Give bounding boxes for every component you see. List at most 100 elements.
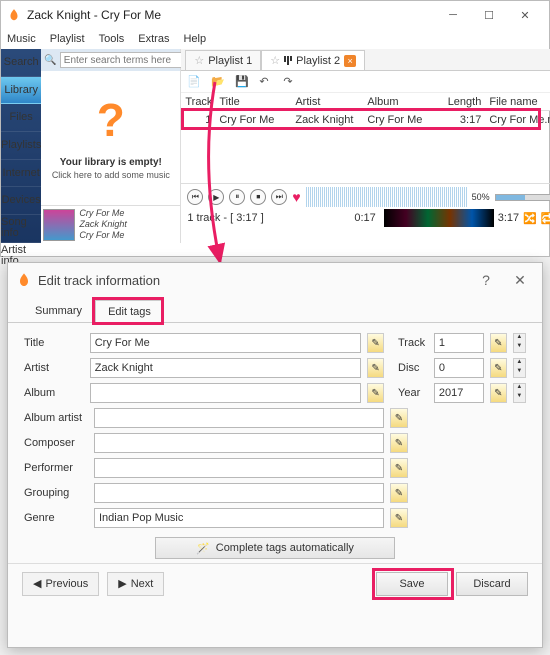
- menu-tools[interactable]: Tools: [99, 33, 125, 45]
- album-field[interactable]: [90, 383, 361, 403]
- year-field[interactable]: [434, 383, 484, 403]
- volume-slider[interactable]: [495, 194, 550, 201]
- spectrogram: [384, 209, 494, 227]
- label-year: Year: [398, 387, 428, 399]
- album-art: [43, 209, 75, 241]
- heart-icon[interactable]: ♥: [292, 189, 300, 205]
- col-length[interactable]: Length: [439, 96, 485, 108]
- question-icon: ?: [97, 97, 125, 143]
- genre-field[interactable]: [94, 508, 384, 528]
- album-artist-field[interactable]: [94, 408, 384, 428]
- artist-field[interactable]: [90, 358, 361, 378]
- track-field[interactable]: [434, 333, 484, 353]
- playlist-tab-2[interactable]: ☆Playlist 2×: [261, 50, 365, 70]
- pause-button[interactable]: ⏸: [229, 189, 245, 205]
- sidebar-item-library[interactable]: Library: [1, 77, 41, 105]
- sidebar-item-songinfo[interactable]: Song info: [1, 215, 41, 243]
- tab-summary[interactable]: Summary: [22, 299, 95, 322]
- year-spinner[interactable]: ▲▼: [513, 383, 526, 403]
- brush-button[interactable]: ✎: [390, 433, 408, 453]
- sidebar-item-playlists[interactable]: Playlists: [1, 132, 41, 160]
- np-album: Cry For Me: [79, 230, 127, 241]
- title-field[interactable]: [90, 333, 361, 353]
- brush-button[interactable]: ✎: [390, 483, 408, 503]
- brush-button[interactable]: ✎: [367, 333, 384, 353]
- menu-music[interactable]: Music: [7, 33, 36, 45]
- disc-spinner[interactable]: ▲▼: [513, 358, 526, 378]
- col-artist[interactable]: Artist: [291, 96, 363, 108]
- brush-button[interactable]: ✎: [390, 458, 408, 478]
- tab-edit-tags[interactable]: Edit tags: [95, 300, 164, 323]
- titlebar: Zack Knight - Cry For Me ─ ☐ ✕: [1, 1, 549, 29]
- playlist-toolbar: 📄 📂 💾 ↶ ↷: [181, 71, 550, 93]
- table-row[interactable]: 1 Cry For Me Zack Knight Cry For Me 3:17…: [181, 111, 550, 129]
- window-title: Zack Knight - Cry For Me: [27, 8, 435, 22]
- performer-field[interactable]: [94, 458, 384, 478]
- redo-icon[interactable]: ↷: [283, 75, 297, 89]
- shuffle-icon[interactable]: 🔀: [523, 212, 537, 225]
- repeat-icon[interactable]: 🔁: [541, 212, 550, 225]
- open-icon[interactable]: 📂: [211, 75, 225, 89]
- brush-button[interactable]: ✎: [390, 508, 408, 528]
- new-icon[interactable]: 📄: [187, 75, 201, 89]
- label-album: Album: [24, 387, 84, 399]
- minimize-button[interactable]: ─: [435, 3, 471, 27]
- previous-button[interactable]: ◀Previous: [22, 572, 99, 596]
- menu-playlist[interactable]: Playlist: [50, 33, 85, 45]
- track-table: Track Title Artist Album Length File nam…: [181, 93, 550, 129]
- menu-extras[interactable]: Extras: [138, 33, 169, 45]
- col-track[interactable]: Track: [181, 96, 215, 108]
- library-empty-heading: Your library is empty!: [60, 157, 162, 168]
- sidebar-item-search[interactable]: Search: [1, 49, 41, 77]
- help-button[interactable]: ?: [472, 272, 500, 288]
- volume-label: 50%: [472, 192, 490, 202]
- save-button[interactable]: Save: [376, 572, 448, 596]
- edit-tags-form: Title ✎ Track ✎ ▲▼ Artist ✎ Disc ✎ ▲▼ Al…: [8, 323, 542, 563]
- playing-icon: [284, 56, 292, 65]
- complete-tags-button[interactable]: 🪄 Complete tags automatically: [155, 537, 395, 559]
- sidebar-item-internet[interactable]: Internet: [1, 160, 41, 188]
- dialog-close-button[interactable]: ✕: [506, 272, 534, 289]
- chevron-right-icon: ▶: [118, 577, 126, 590]
- close-tab-icon[interactable]: ×: [344, 55, 356, 67]
- undo-icon[interactable]: ↶: [259, 75, 273, 89]
- label-genre: Genre: [24, 512, 88, 524]
- save-icon[interactable]: 💾: [235, 75, 249, 89]
- col-filename[interactable]: File name: [485, 96, 550, 108]
- label-composer: Composer: [24, 437, 88, 449]
- close-button[interactable]: ✕: [507, 3, 543, 27]
- sidebar-item-files[interactable]: Files: [1, 104, 41, 132]
- prev-button[interactable]: ⏮: [187, 189, 203, 205]
- maximize-button[interactable]: ☐: [471, 3, 507, 27]
- discard-button[interactable]: Discard: [456, 572, 528, 596]
- brush-button[interactable]: ✎: [367, 358, 384, 378]
- playlist-tab-1[interactable]: ☆Playlist 1: [185, 50, 261, 70]
- brush-button[interactable]: ✎: [367, 383, 384, 403]
- menu-help[interactable]: Help: [183, 33, 206, 45]
- composer-field[interactable]: [94, 433, 384, 453]
- edit-track-dialog: Edit track information ? ✕ Summary Edit …: [7, 262, 543, 648]
- label-grouping: Grouping: [24, 487, 88, 499]
- sidebar-item-devices[interactable]: Devices: [1, 187, 41, 215]
- player-controls: ⏮ ▶ ⏸ ⏹ ⏭ ♥ 50% 1 track - [ 3:17 ] 0:17 …: [181, 183, 550, 243]
- brush-button[interactable]: ✎: [490, 383, 507, 403]
- library-empty-panel[interactable]: ? Your library is empty! Click here to a…: [41, 71, 180, 205]
- stop-button[interactable]: ⏹: [250, 189, 266, 205]
- track-spinner[interactable]: ▲▼: [513, 333, 526, 353]
- grouping-field[interactable]: [94, 483, 384, 503]
- search-input[interactable]: [60, 52, 200, 68]
- main-window: Zack Knight - Cry For Me ─ ☐ ✕ Music Pla…: [0, 0, 550, 257]
- brush-button[interactable]: ✎: [390, 408, 408, 428]
- table-header: Track Title Artist Album Length File nam…: [181, 93, 550, 111]
- disc-field[interactable]: [434, 358, 484, 378]
- next-button[interactable]: ▶Next: [107, 572, 164, 596]
- col-title[interactable]: Title: [215, 96, 291, 108]
- col-album[interactable]: Album: [363, 96, 439, 108]
- label-album-artist: Album artist: [24, 412, 88, 424]
- waveform[interactable]: [306, 187, 467, 207]
- playlist-tabs: ☆Playlist 1 ☆Playlist 2×: [181, 49, 550, 71]
- next-button[interactable]: ⏭: [271, 189, 287, 205]
- play-button[interactable]: ▶: [208, 189, 224, 205]
- brush-button[interactable]: ✎: [490, 333, 507, 353]
- brush-button[interactable]: ✎: [490, 358, 507, 378]
